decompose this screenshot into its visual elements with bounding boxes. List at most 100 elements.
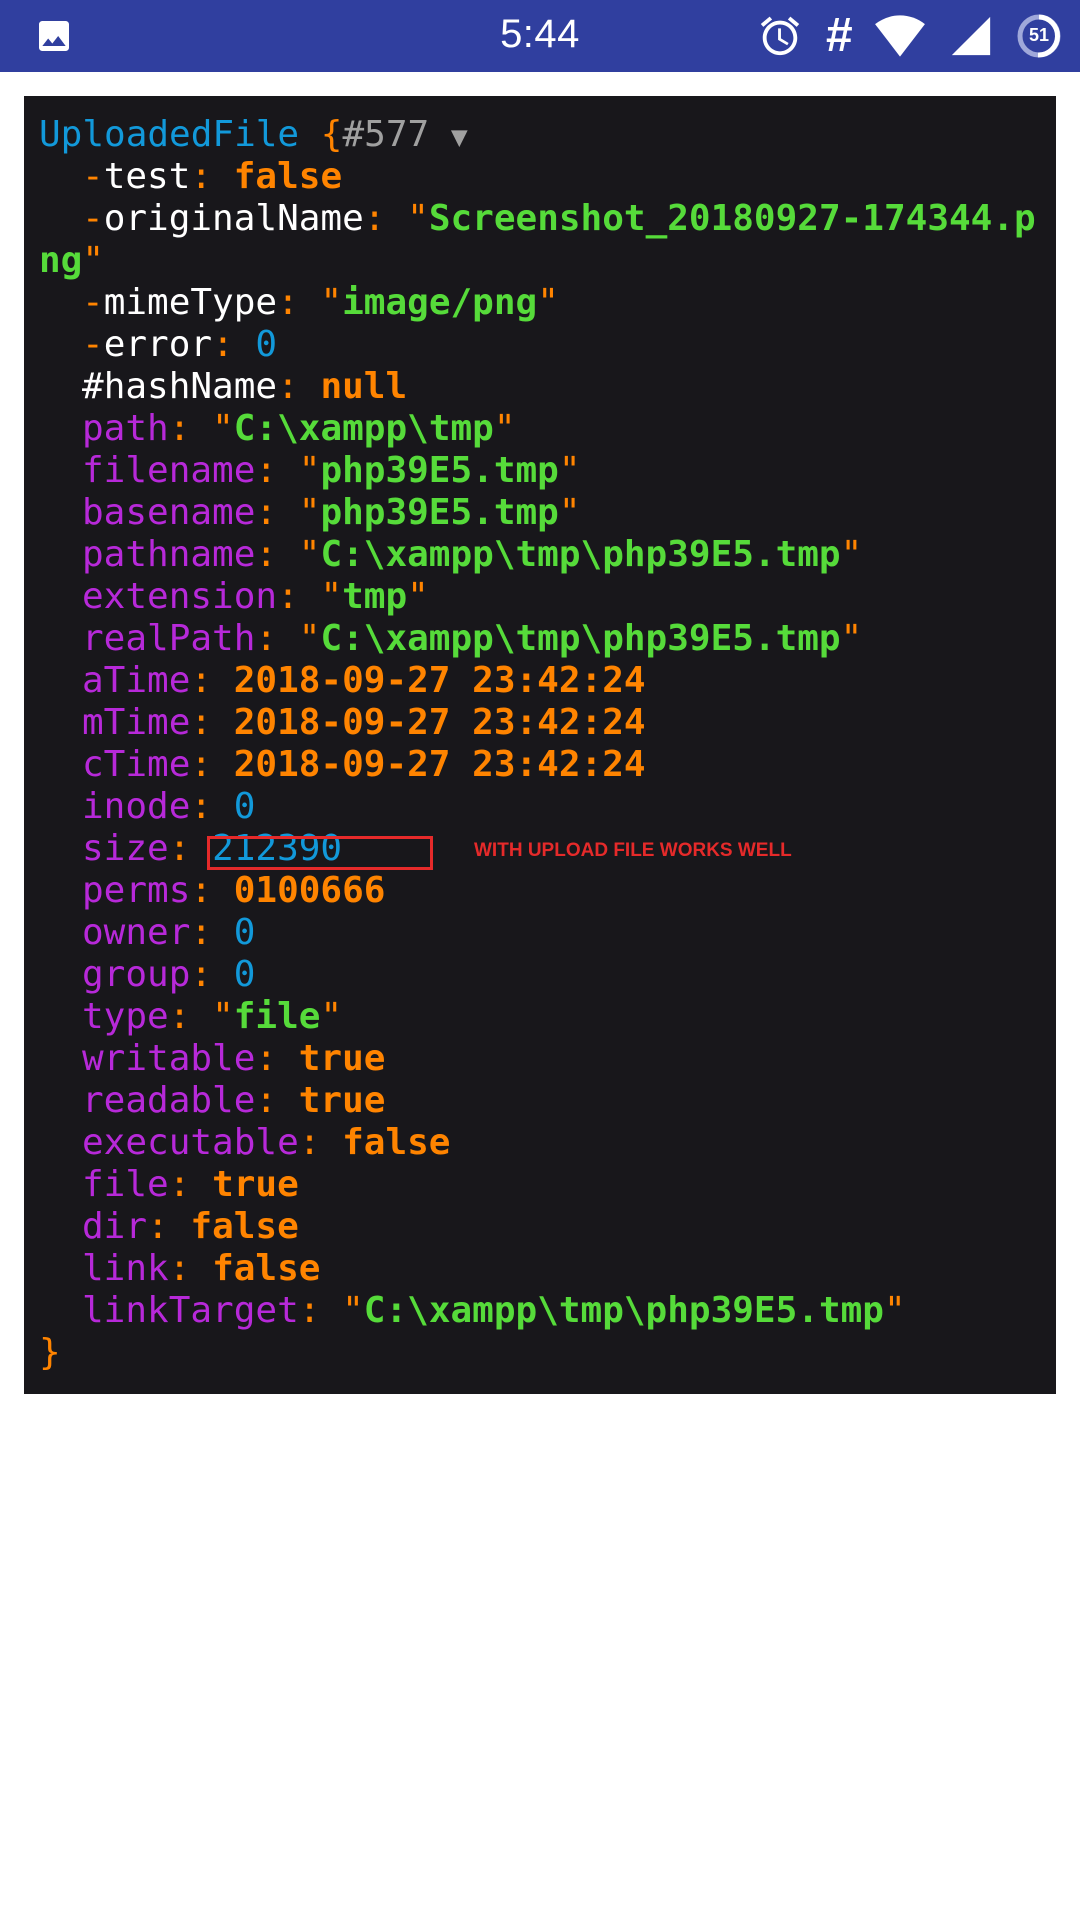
property-row-filename: filename: "php39E5.tmp" (82, 450, 581, 491)
property-value: C:\xampp\tmp\php39E5.tmp (320, 534, 841, 575)
property-row-error: -error: 0 (82, 324, 278, 365)
class-name: UploadedFile (39, 114, 300, 155)
dump-header: UploadedFile {#577 ▼ (39, 114, 1041, 156)
property-value: C:\xampp\tmp\php39E5.tmp (320, 618, 841, 659)
property-row-realpath: realPath: "C:\xampp\tmp\php39E5.tmp" (82, 618, 863, 659)
property-row-basename: basename: "php39E5.tmp" (82, 492, 581, 533)
signal-icon (951, 16, 991, 56)
property-value: C:\xampp\tmp\php39E5.tmp (363, 1290, 884, 1331)
property-key: group (82, 954, 191, 995)
property-key: mimeType (103, 282, 278, 323)
property-key: readable (82, 1080, 256, 1121)
property-value: false (233, 156, 343, 197)
object-ref: #577 (342, 114, 430, 155)
property-value: true (212, 1164, 299, 1205)
property-key: originalName (103, 198, 364, 239)
property-prefix: - (82, 324, 104, 365)
property-value: Screenshot_20180927-174344.p (428, 198, 1036, 239)
property-value: true (298, 1080, 386, 1121)
open-brace: { (320, 114, 343, 155)
property-value: image/png (342, 282, 538, 323)
property-value: 2018-09-27 23:42:24 (233, 702, 646, 743)
property-key: perms (82, 870, 191, 911)
property-key: basename (82, 492, 256, 533)
property-row-extension: extension: "tmp" (82, 576, 429, 617)
property-value: php39E5.tmp (320, 450, 559, 491)
property-key: hashName (103, 366, 278, 407)
property-row-executable: executable: false (82, 1122, 451, 1163)
property-key: pathname (82, 534, 256, 575)
property-value: 0100666 (233, 870, 386, 911)
property-value: 2018-09-27 23:42:24 (233, 660, 646, 701)
property-prefix: - (82, 156, 104, 197)
wifi-icon (875, 15, 925, 57)
property-key: aTime (82, 660, 191, 701)
property-value: false (212, 1248, 321, 1289)
property-key: owner (82, 912, 191, 953)
property-key: writable (82, 1038, 256, 1079)
property-key: dir (82, 1206, 148, 1247)
property-row-mtime: mTime: 2018-09-27 23:42:24 (82, 702, 646, 743)
property-value: 2018-09-27 23:42:24 (233, 744, 646, 785)
property-row-originalname: -originalName: "Screenshot_20180927-1743… (82, 198, 1036, 239)
property-value: tmp (342, 576, 408, 617)
property-value-continued: ng (39, 240, 83, 281)
property-key: path (82, 408, 169, 449)
property-row-link: link: false (82, 1248, 321, 1289)
property-row-test: -test: false (82, 156, 343, 197)
property-row-type: type: "file" (82, 996, 343, 1037)
status-icons: # 51 (757, 10, 1062, 62)
alarm-icon (761, 16, 800, 56)
property-value: 0 (255, 324, 278, 365)
property-row-mimetype: -mimeType: "image/png" (82, 282, 559, 323)
dump-footer: } (39, 1332, 1041, 1374)
property-prefix: # (82, 366, 104, 407)
property-key: linkTarget (82, 1290, 299, 1331)
status-bar: 5:44 # 51 (0, 0, 1080, 72)
size-highlight-box (207, 836, 433, 870)
property-row-readable: readable: true (82, 1080, 386, 1121)
battery-icon: 51 (1016, 13, 1062, 59)
property-row-atime: aTime: 2018-09-27 23:42:24 (82, 660, 646, 701)
property-row-file: file: true (82, 1164, 299, 1205)
property-row-linktarget: linkTarget: "C:\xampp\tmp\php39E5.tmp" (82, 1290, 906, 1331)
property-row-pathname: pathname: "C:\xampp\tmp\php39E5.tmp" (82, 534, 863, 575)
property-prefix: - (82, 198, 104, 239)
property-row-owner: owner: 0 (82, 912, 256, 953)
property-row-dir: dir: false (82, 1206, 299, 1247)
property-key: error (103, 324, 213, 365)
property-value: 0 (233, 786, 256, 827)
property-row-path: path: "C:\xampp\tmp" (82, 408, 516, 449)
property-row-writable: writable: true (82, 1038, 386, 1079)
property-row-hashname: #hashName: null (82, 366, 408, 407)
property-key: cTime (82, 744, 191, 785)
property-value: 0 (233, 954, 256, 995)
property-value: file (233, 996, 321, 1037)
property-key: link (82, 1248, 169, 1289)
property-key: type (82, 996, 169, 1037)
property-value: php39E5.tmp (320, 492, 559, 533)
property-value: C:\xampp\tmp (233, 408, 494, 449)
battery-level: 51 (1028, 25, 1050, 45)
property-value: 0 (233, 912, 256, 953)
var-dump-panel: UploadedFile {#577 ▼ -test: false -origin… (24, 96, 1056, 1394)
property-key: realPath (82, 618, 256, 659)
property-key: file (82, 1164, 169, 1205)
property-list: -test: false -originalName: "Screenshot_2… (39, 156, 1041, 1332)
hash-icon: # (825, 9, 852, 62)
close-brace: } (39, 1332, 61, 1373)
property-row-ctime: cTime: 2018-09-27 23:42:24 (82, 744, 646, 785)
property-row-group: group: 0 (82, 954, 256, 995)
property-prefix: - (82, 282, 104, 323)
property-value: false (190, 1206, 299, 1247)
property-key: executable (82, 1122, 299, 1163)
property-row-inode: inode: 0 (82, 786, 256, 827)
property-key: extension (82, 576, 278, 617)
property-key: test (103, 156, 191, 197)
collapse-toggle-icon[interactable]: ▼ (451, 120, 468, 153)
property-key: mTime (82, 702, 191, 743)
property-row-perms: perms: 0100666 (82, 870, 386, 911)
property-key: inode (82, 786, 191, 827)
property-row-wrap: ng" (39, 240, 105, 281)
annotation-note: WITH UPLOAD FILE WORKS WELL (474, 840, 792, 861)
